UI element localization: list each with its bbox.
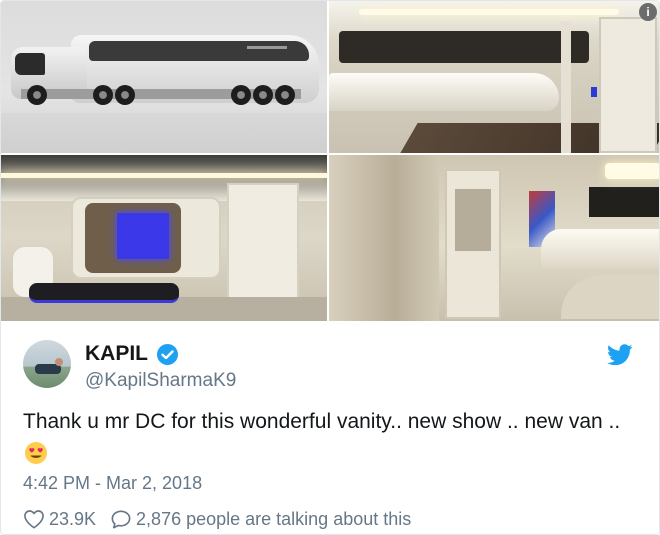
avatar-head: [55, 358, 63, 366]
wheel: [115, 85, 135, 105]
ceiling-light: [605, 163, 659, 179]
avatar[interactable]: [23, 340, 71, 388]
verified-badge-icon: [157, 344, 178, 365]
info-icon[interactable]: i: [639, 3, 657, 21]
wheel: [275, 85, 295, 105]
tweet-timestamp[interactable]: 4:42 PM - Mar 2, 2018: [23, 472, 202, 494]
basin: [561, 275, 659, 319]
embedded-tweet-card[interactable]: i KAPIL @KapilSharmaK9 Thank u mr DC for…: [0, 0, 660, 535]
trailer-stripe: [89, 41, 309, 61]
curtain: [329, 155, 439, 321]
vanity-counter: [541, 229, 659, 269]
heart-icon[interactable]: [23, 509, 45, 529]
blue-light: [591, 87, 597, 97]
author-name[interactable]: KAPIL: [85, 341, 148, 367]
tv-screen: [117, 213, 169, 259]
wall-recess: [455, 189, 491, 251]
mirror-panel: [589, 187, 659, 217]
wheel: [231, 85, 251, 105]
pillar: [561, 21, 571, 153]
wheel: [253, 85, 273, 105]
lounge-bench: [329, 73, 559, 111]
tweet-text: Thank u mr DC for this wonderful vanity.…: [23, 410, 621, 433]
cab-window: [15, 53, 45, 75]
truck-exterior-photo[interactable]: [1, 1, 327, 153]
twitter-bird-icon[interactable]: [607, 344, 633, 366]
photo-floor: [1, 113, 327, 153]
bathroom-interior-photo[interactable]: [329, 155, 659, 321]
light-strip: [359, 9, 619, 15]
author-handle[interactable]: @KapilSharmaK9: [85, 369, 236, 393]
speech-bubble-icon[interactable]: [110, 509, 132, 529]
light-strip: [1, 173, 327, 178]
wheel: [93, 85, 113, 105]
engagement-bar: 23.9K 2,876 people are talking about thi…: [23, 507, 411, 531]
like-count[interactable]: 23.9K: [49, 509, 96, 530]
screen-interior-photo[interactable]: [1, 155, 327, 321]
media-grid[interactable]: i: [1, 1, 659, 321]
trailer-logo-mark: [247, 46, 287, 49]
glass-table: [29, 283, 179, 303]
dark-wall-panel: [339, 31, 589, 63]
conversation-link[interactable]: 2,876 people are talking about this: [136, 509, 411, 530]
wheel: [27, 85, 47, 105]
lounge-interior-photo[interactable]: i: [329, 1, 659, 153]
cabin-door: [599, 17, 657, 153]
heart-eyes-emoji-icon: [25, 442, 47, 464]
